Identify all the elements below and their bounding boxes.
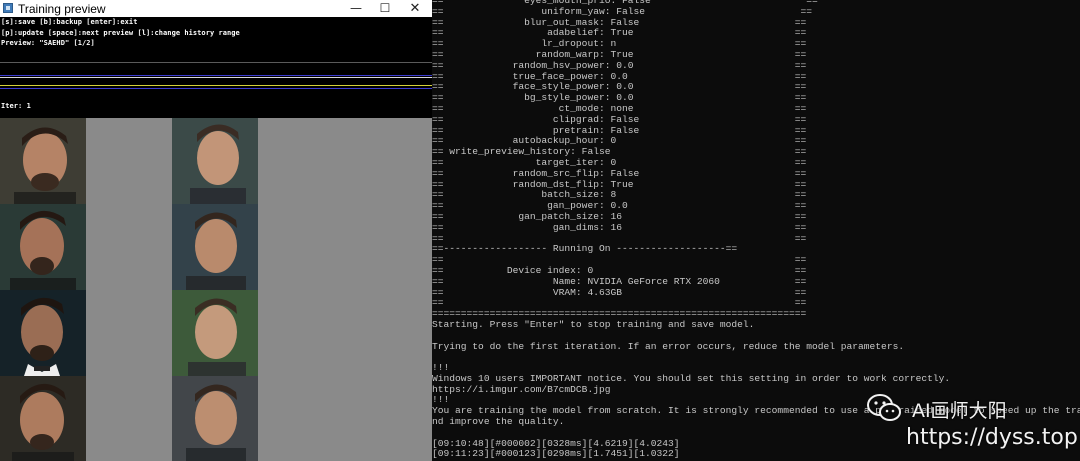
loss-graph-line-white [0,77,432,78]
dst-face-image [172,376,258,461]
src-face-image [0,376,86,461]
console-line: == Name: NVIDIA GeForce RTX 2060 == [432,275,807,287]
src-face-image [0,204,86,290]
help-line-update-preview: [p]:update [space]:next preview [l]:chan… [1,29,240,37]
app-icon [3,3,13,13]
watermark-name: AI画师大阳 [912,400,1007,422]
loss-graph-line-yellow [0,85,432,86]
help-line-save-backup-exit: [s]:save [b]:backup [enter]:exit [1,18,138,26]
loss-graph-line-blue [0,75,432,76]
console-line: == pretrain: False == [432,124,807,136]
swapped-image [344,376,432,461]
src-recon-image [86,376,172,461]
watermark-url: https://dyss.top [906,425,1078,450]
dst-recon-image [258,376,344,461]
training-preview-window: Training preview — ☐ ✕ [s]:save [b]:back… [0,0,432,461]
console-line: == true_face_power: 0.0 == [432,70,807,82]
close-button[interactable]: ✕ [400,0,430,17]
console-line: == VRAM: 4.63GB == [432,286,807,298]
dst-recon-image [258,118,344,204]
preview-model-label: Preview: "SAEHD" [1/2] [1,39,95,47]
console-line: == lr_dropout: n == [432,38,807,50]
src-face-image [0,118,86,204]
console-line: == gan_dims: 16 == [432,221,807,233]
console-line: == Device index: 0 == [432,264,807,276]
src-recon-image [86,290,172,376]
dst-face-image [172,118,258,204]
swapped-image [344,290,432,376]
console-line: == gan_power: 0.0 == [432,200,807,212]
console-line: == batch_size: 8 == [432,189,807,201]
console-line: == == [432,254,807,266]
console-line: == random_dst_flip: True == [432,178,807,190]
console-line: == random_src_flip: False == [432,167,807,179]
console-line: == clipgrad: False == [432,113,807,125]
console-line: == == [432,297,807,309]
wechat-icon [867,394,901,421]
loss-graph-line [0,62,432,63]
swapped-image [344,204,432,290]
window-title: Training preview [18,2,106,16]
console-line: Trying to do the first iteration. If an … [432,340,905,352]
dst-recon-image [258,290,344,376]
console-line: == random_hsv_power: 0.0 == [432,59,807,71]
maximize-button[interactable]: ☐ [370,0,400,17]
iteration-label: Iter: 1 [1,102,31,110]
console-line: == blur_out_mask: False == [432,16,807,28]
console-line: == write_preview_history: False == [432,146,807,158]
dst-face-image [172,290,258,376]
console-line: == target_iter: 0 == [432,156,807,168]
src-recon-image [86,118,172,204]
dst-face-image [172,204,258,290]
console-line: ========================================… [432,308,807,320]
loss-graph-line-blue-2 [0,88,432,89]
console-line: == uniform_yaw: False == [432,5,812,17]
console-window[interactable]: == eyes_mouth_prio: False == == uniform_y… [432,0,1080,461]
preview-info-panel: [s]:save [b]:backup [enter]:exit [p]:upd… [0,17,432,118]
console-line: == ct_mode: none == [432,102,807,114]
console-line: == adabelief: True == [432,27,807,39]
console-line: !!! [432,362,450,374]
dst-recon-image [258,204,344,290]
swapped-image [344,118,432,204]
watermark: AI画师大阳 https://dyss.top [866,393,1080,461]
console-line: Starting. Press "Enter" to stop training… [432,318,755,330]
console-line: == gan_patch_size: 16 == [432,210,807,222]
console-line: == random_warp: True == [432,48,807,60]
console-line: == face_style_power: 0.0 == [432,81,807,93]
console-line: Windows 10 users IMPORTANT notice. You s… [432,372,951,384]
minimize-button[interactable]: — [341,0,371,17]
src-face-image [0,290,86,376]
src-recon-image [86,204,172,290]
console-line: ==------------------ Running On --------… [432,243,738,255]
console-line: == == [432,232,807,244]
console-output: == eyes_mouth_prio: False == == uniform_y… [432,0,1080,459]
title-bar[interactable]: Training preview — ☐ ✕ [0,0,432,17]
preview-face-grid [0,118,432,461]
console-line: == autobackup_hour: 0 == [432,135,807,147]
console-line: == bg_style_power: 0.0 == [432,92,807,104]
